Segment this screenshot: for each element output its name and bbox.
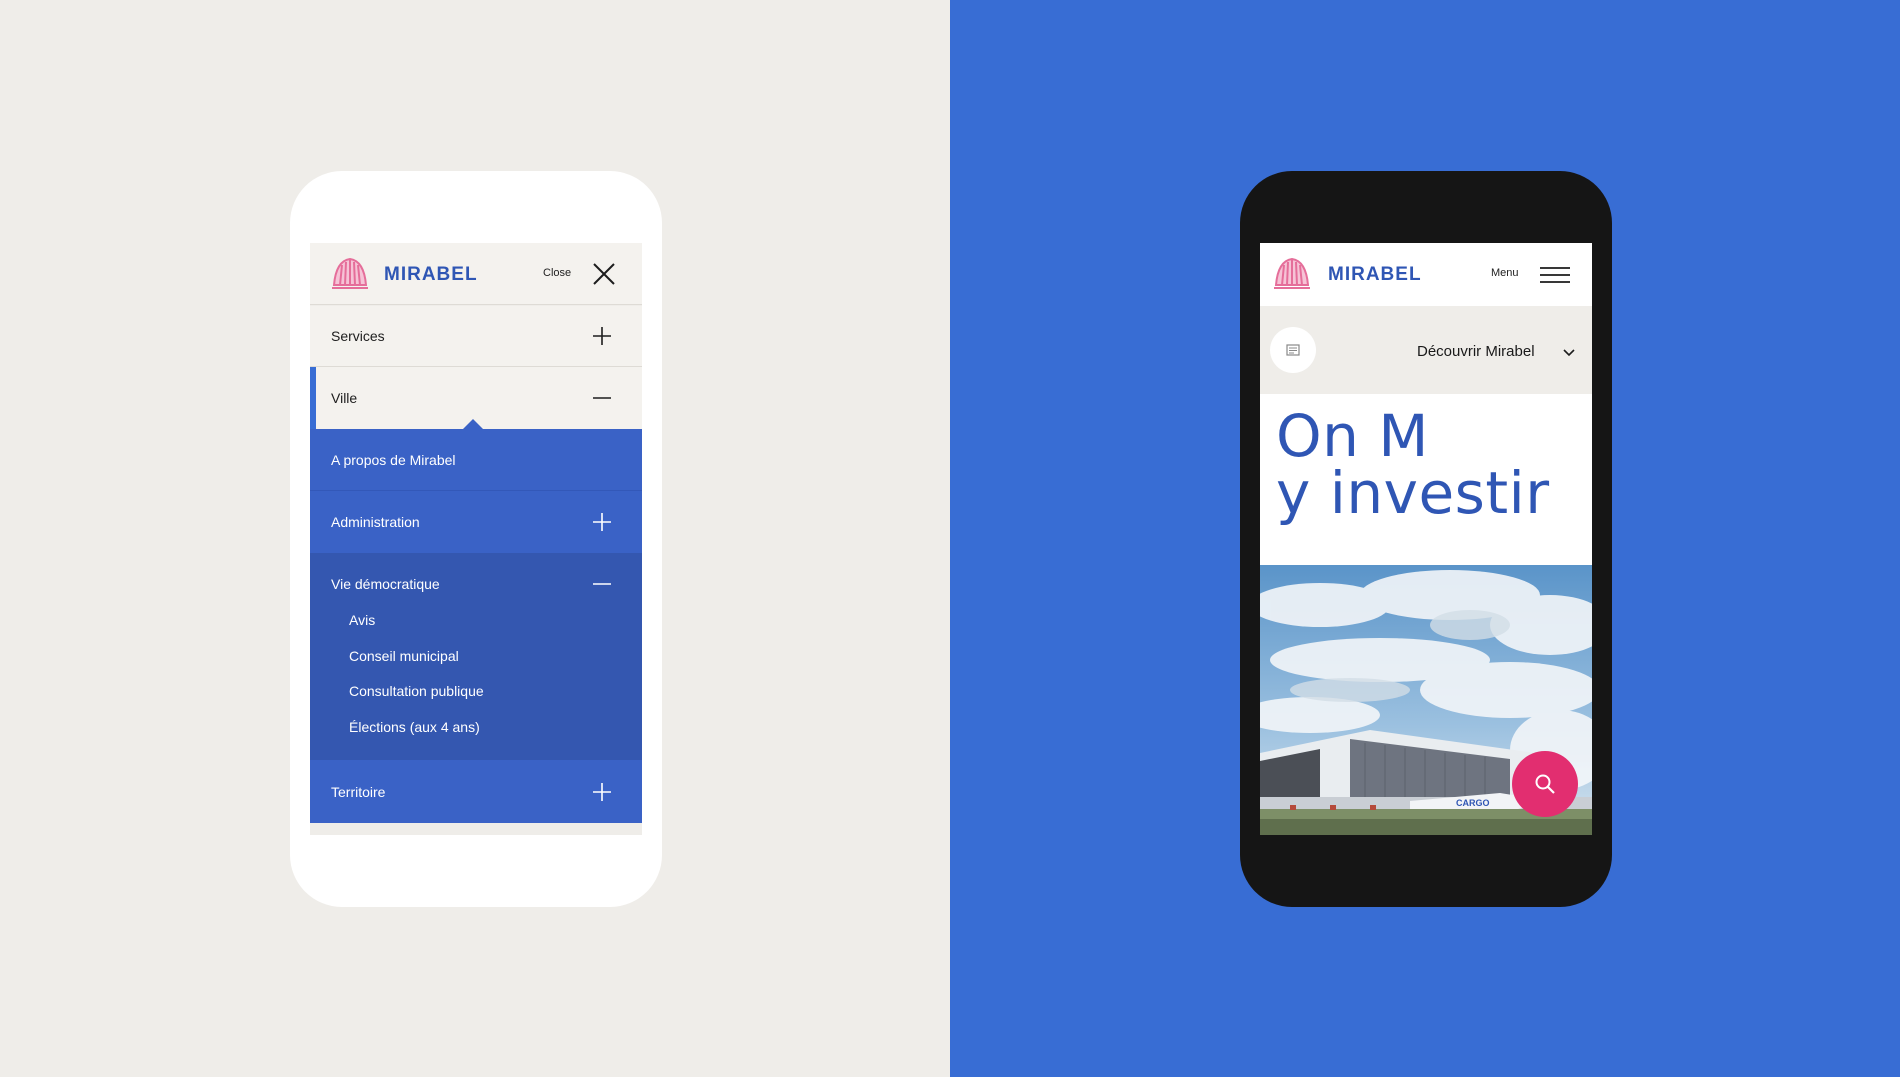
- news-button[interactable]: [1270, 327, 1316, 373]
- plus-icon[interactable]: [592, 326, 612, 346]
- submenu-item-apropos[interactable]: A propos de Mirabel: [310, 429, 642, 491]
- site-header: MIRABEL Close: [310, 243, 642, 305]
- logo-shell-icon: [1274, 257, 1310, 289]
- discover-bar: Découvrir Mirabel: [1260, 306, 1592, 394]
- hamburger-icon[interactable]: [1540, 267, 1570, 283]
- logo-text[interactable]: MIRABEL: [384, 264, 478, 286]
- menu-item-label: Services: [331, 328, 385, 344]
- newspaper-icon: [1286, 344, 1300, 356]
- nested-item-elections[interactable]: Élections (aux 4 ans): [349, 719, 480, 735]
- submenu-item-vie-democratique[interactable]: Vie démocratique Avis Conseil municipal …: [310, 553, 642, 760]
- submenu-item-label: Vie démocratique: [331, 576, 440, 592]
- chevron-down-icon[interactable]: [1562, 345, 1576, 359]
- hero-title: On M y investir: [1276, 402, 1550, 527]
- mobile-menu-screen: MIRABEL Close Services Ville A propos de…: [310, 243, 642, 835]
- logo-shell-icon: [332, 257, 368, 289]
- site-header: MIRABEL Menu: [1260, 243, 1592, 306]
- minus-icon[interactable]: [592, 574, 612, 594]
- close-x-icon[interactable]: [592, 262, 616, 286]
- menu-label[interactable]: Menu: [1491, 267, 1519, 279]
- close-label[interactable]: Close: [543, 267, 571, 279]
- cargo-label: CARGO: [1456, 798, 1490, 808]
- nested-item-consultation-publique[interactable]: Consultation publique: [349, 683, 484, 699]
- submenu-item-administration[interactable]: Administration: [310, 491, 642, 553]
- submenu-item-label: Territoire: [331, 784, 386, 800]
- active-indicator: [310, 367, 316, 429]
- nested-item-conseil-municipal[interactable]: Conseil municipal: [349, 648, 459, 664]
- menu-item-services[interactable]: Services: [310, 306, 642, 367]
- submenu-item-territoire[interactable]: Territoire: [310, 760, 642, 823]
- submenu-item-label: Administration: [331, 514, 420, 530]
- submenu-item-label: A propos de Mirabel: [331, 452, 456, 468]
- minus-icon[interactable]: [592, 388, 612, 408]
- search-button[interactable]: [1512, 751, 1578, 817]
- discover-dropdown-label[interactable]: Découvrir Mirabel: [1417, 343, 1535, 360]
- plus-icon[interactable]: [592, 512, 612, 532]
- nested-item-avis[interactable]: Avis: [349, 612, 375, 628]
- homepage-screen: MIRABEL Menu Découvrir Mirabel On M y in…: [1260, 243, 1592, 835]
- hero-line-1: On M: [1276, 402, 1429, 470]
- hero-line-2: y investir: [1276, 459, 1550, 527]
- logo-text[interactable]: MIRABEL: [1328, 264, 1422, 286]
- plus-icon[interactable]: [592, 782, 612, 802]
- menu-item-label: Ville: [331, 390, 358, 406]
- search-icon: [1535, 774, 1555, 794]
